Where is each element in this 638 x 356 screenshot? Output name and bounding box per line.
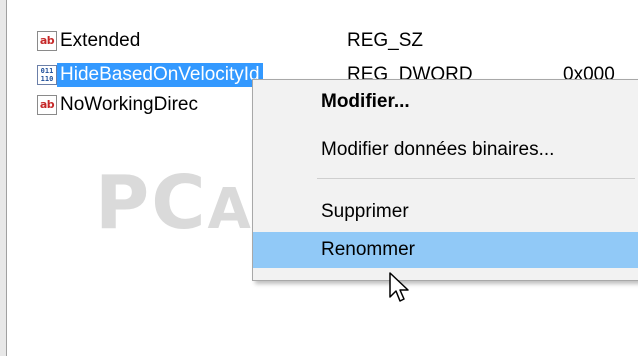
binary-value-icon: 011 110 (37, 65, 57, 85)
menu-item-delete[interactable]: Supprimer (253, 194, 638, 230)
menu-item-label: Supprimer (321, 201, 409, 222)
string-value-icon: ab (37, 95, 57, 115)
menu-item-label: Modifier données binaires... (321, 139, 555, 160)
value-name: HideBasedOnVelocityId (57, 63, 263, 87)
value-type: REG_SZ (347, 30, 424, 51)
list-item-partial (27, 0, 638, 8)
menu-separator (317, 178, 635, 179)
menu-item-modifier-binary[interactable]: Modifier données binaires... (253, 132, 638, 168)
list-item[interactable]: ab Extended REG_SZ (7, 26, 638, 56)
menu-item-label: Modifier... (321, 91, 410, 112)
window-left-border (0, 0, 7, 356)
menu-item-label: Renommer (321, 239, 415, 260)
mouse-cursor-icon (389, 272, 409, 302)
string-value-icon: ab (37, 31, 57, 51)
menu-item-rename[interactable]: Renommer (253, 232, 638, 268)
value-name: NoWorkingDirec (60, 94, 198, 115)
context-menu: Modifier... Modifier données binaires...… (252, 79, 638, 281)
menu-item-modifier[interactable]: Modifier... (253, 84, 638, 120)
value-name: Extended (60, 30, 141, 51)
